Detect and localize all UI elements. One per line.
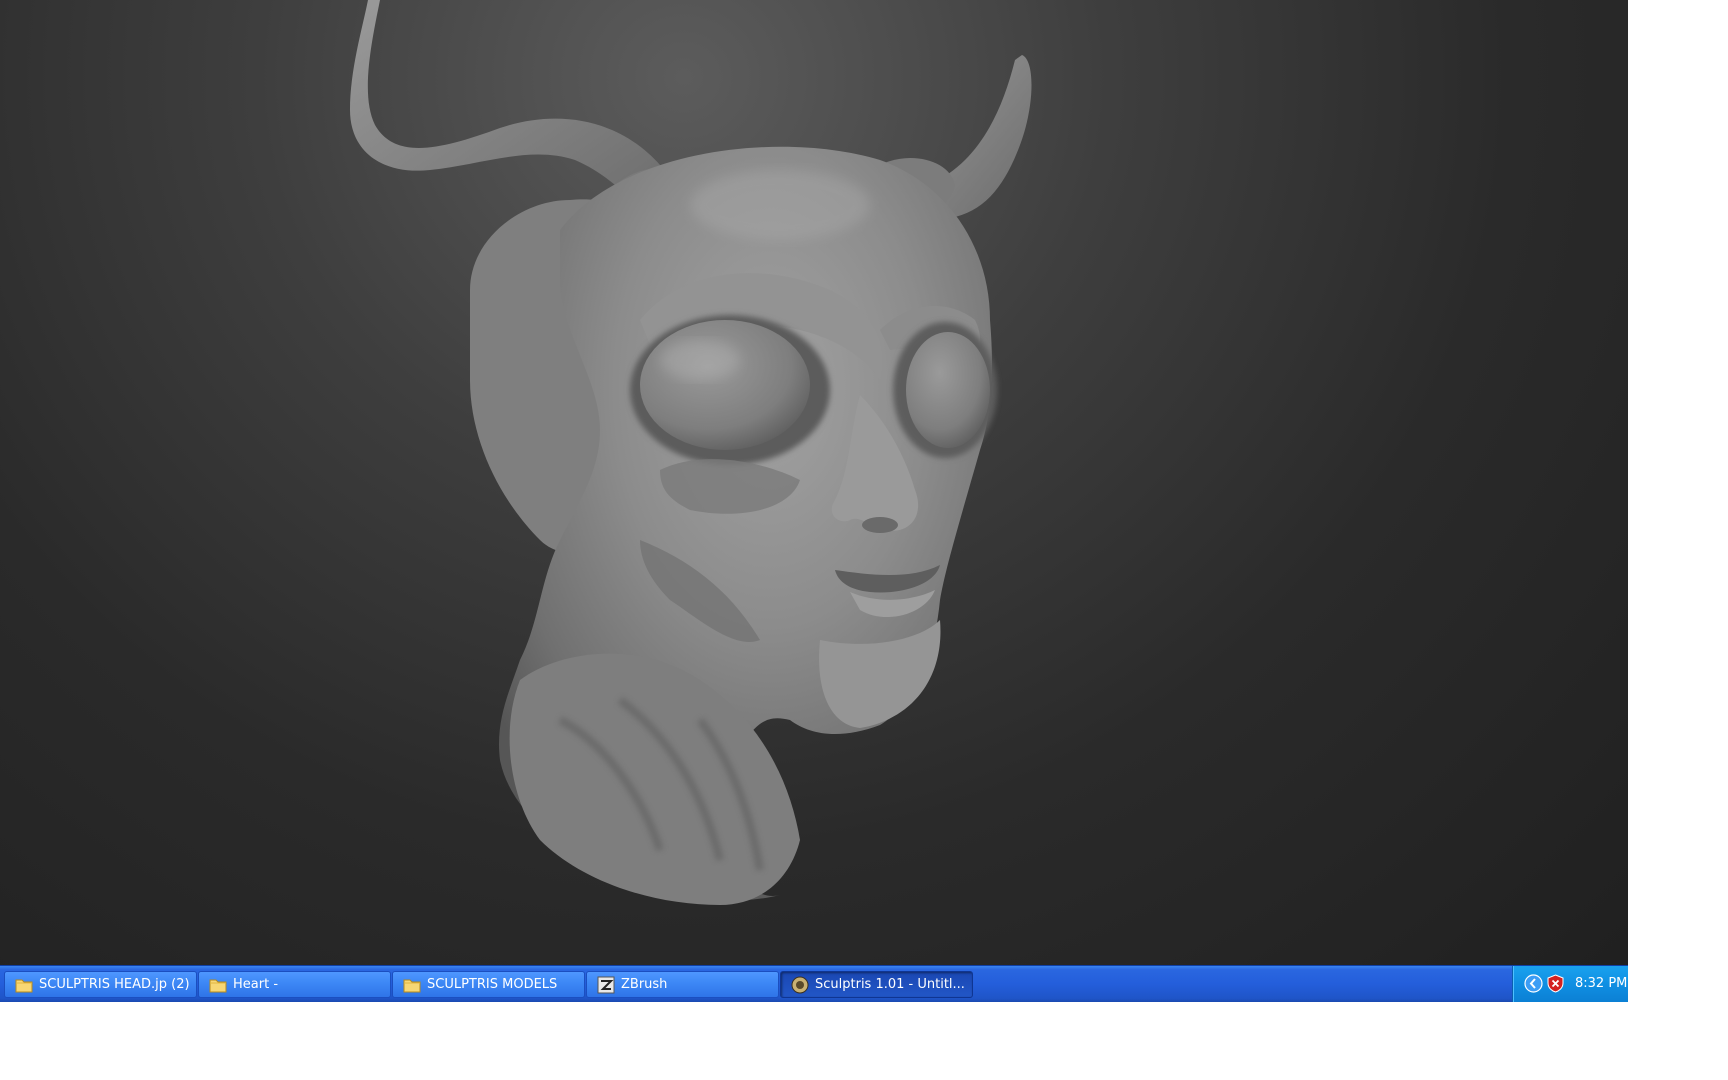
horned-head-sculpt-model[interactable] [0,0,1628,965]
taskbar-button-label: Heart - [233,977,279,992]
show-hidden-icons-arrow-icon[interactable] [1524,974,1543,993]
folder-icon [403,979,421,993]
taskbar-button-zbrush[interactable]: ZBrush [586,971,779,998]
taskbar-button-label: ZBrush [621,977,668,992]
taskbar-button-sculptris[interactable]: Sculptris 1.01 - Untitl... [780,971,973,998]
windows-taskbar: SCULPTRIS HEAD.jp (2) Heart - SCULPTRIS … [0,965,1628,1002]
taskbar-button-label: SCULPTRIS HEAD.jp (2) [39,977,190,992]
desktop-screen: SCULPTRIS HEAD.jp (2) Heart - SCULPTRIS … [0,0,1628,1002]
taskbar-button-label: Sculptris 1.01 - Untitl... [815,977,965,992]
taskbar-button-heart[interactable]: Heart - [198,971,391,998]
sculptris-icon [791,976,809,994]
zbrush-icon [597,976,615,994]
taskbar-button-sculptris-models[interactable]: SCULPTRIS MODELS [392,971,585,998]
taskbar-clock[interactable]: 8:32 PM [1575,966,1627,1002]
folder-icon [15,979,33,993]
taskbar-button-label: SCULPTRIS MODELS [427,977,558,992]
right-eye [906,332,990,448]
folder-icon [209,979,227,993]
system-tray: 8:32 PM [1512,966,1628,1002]
sculptris-viewport[interactable] [0,0,1628,965]
security-shield-icon[interactable] [1547,974,1564,993]
taskbar-button-sculptris-head[interactable]: SCULPTRIS HEAD.jp (2) [4,971,197,998]
left-eye [640,320,810,450]
